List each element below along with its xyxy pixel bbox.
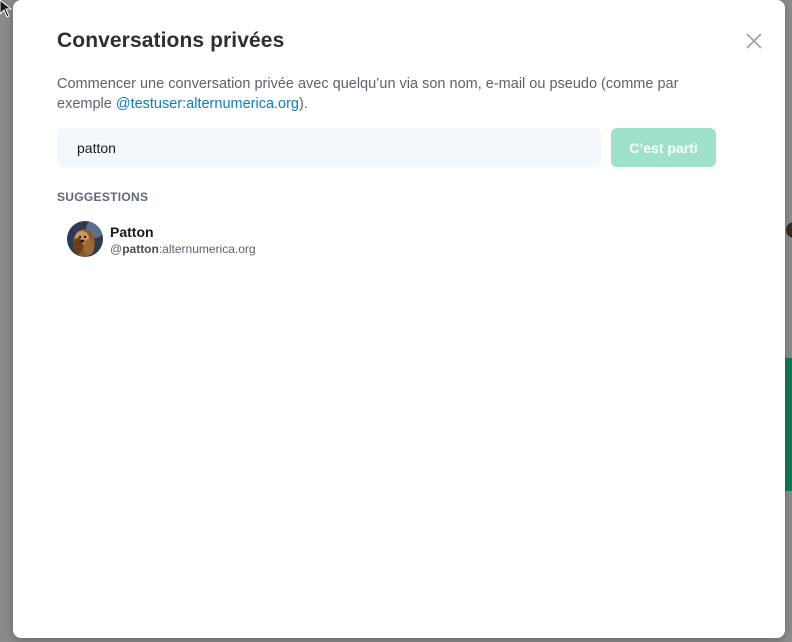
background-card	[785, 358, 792, 491]
user-id-at: @	[110, 242, 123, 256]
suggestion-item[interactable]: Patton @patton:alternumerica.org	[63, 216, 723, 262]
suggestion-name: Patton	[110, 224, 154, 240]
avatar-image	[67, 221, 103, 257]
user-id-domain: :alternumerica.org	[158, 242, 256, 256]
search-input[interactable]	[57, 128, 601, 167]
suggestion-user-id: @patton:alternumerica.org	[110, 242, 256, 256]
dialog-description: Commencer une conversation privée avec q…	[57, 75, 737, 114]
example-user-link[interactable]: @testuser:alternumerica.org	[116, 96, 299, 112]
mouse-cursor-icon	[0, 0, 12, 18]
private-conversation-dialog: Conversations privées Commencer une conv…	[13, 0, 785, 638]
description-text-end: ).	[299, 95, 308, 112]
backdrop	[785, 0, 792, 642]
user-id-match: patton	[122, 242, 159, 256]
go-button[interactable]: C’est parti	[611, 128, 716, 167]
suggestions-heading: SUGGESTIONS	[57, 190, 149, 204]
close-button[interactable]	[743, 30, 765, 52]
avatar	[67, 221, 103, 257]
dialog-title: Conversations privées	[57, 29, 285, 52]
close-icon	[746, 33, 762, 49]
